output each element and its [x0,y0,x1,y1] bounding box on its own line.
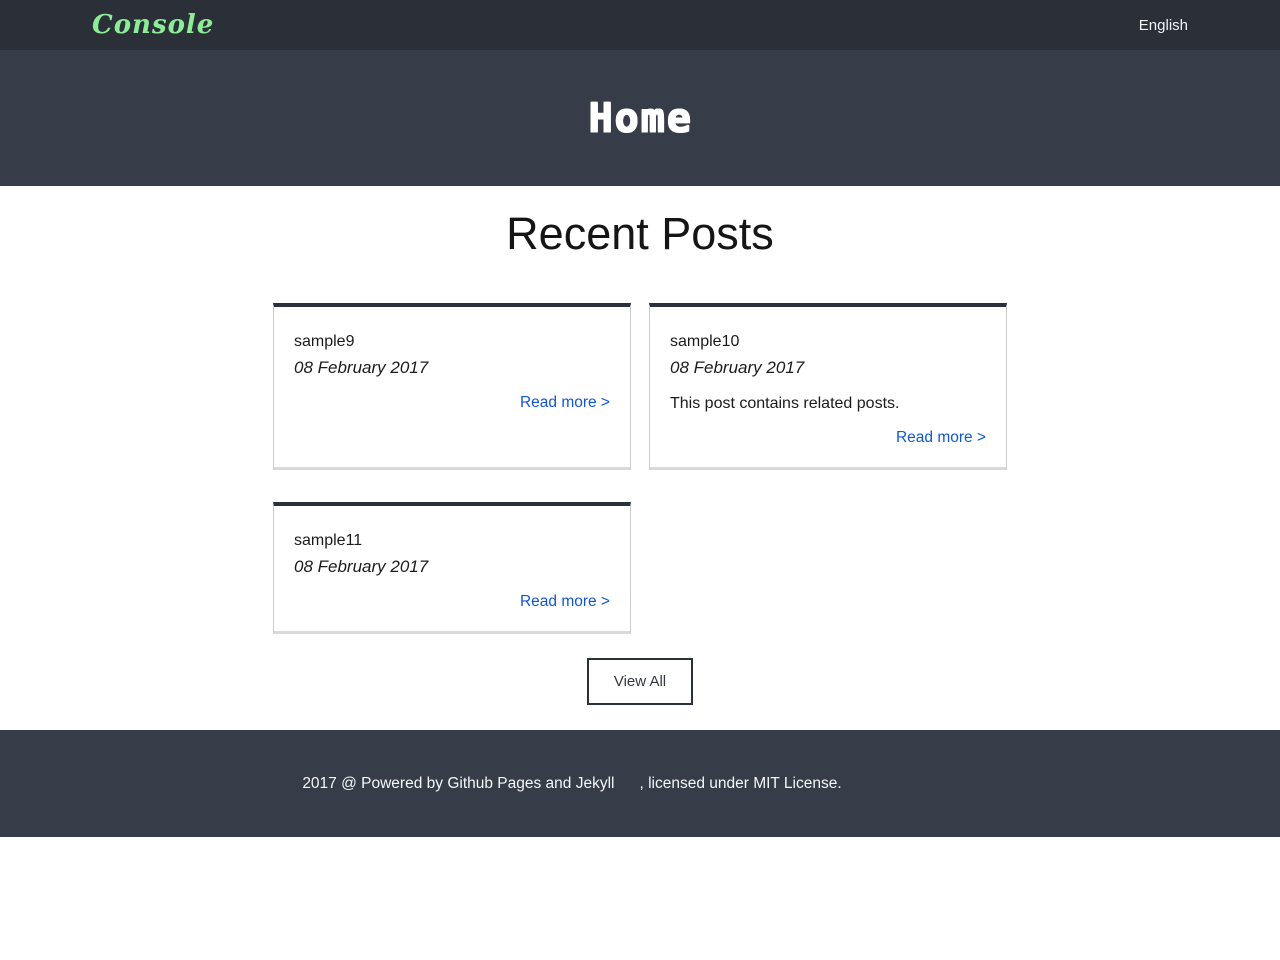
read-more-row: Read more > [294,394,610,412]
footer-text-period: . [837,775,841,792]
mit-license-link[interactable]: MIT License [753,775,837,792]
language-selector[interactable]: English [1139,17,1188,34]
post-date: 08 February 2017 [294,557,610,577]
hero-banner: Home [0,50,1280,186]
hero-page-title: Home [588,95,692,141]
post-card-sample10: sample10 08 February 2017 This post cont… [649,303,1007,470]
post-title: sample11 [294,532,610,550]
read-more-link[interactable]: Read more > [896,429,986,446]
read-more-row: Read more > [670,429,986,447]
site-logo[interactable]: Console [92,10,214,40]
posts-grid: sample9 08 February 2017 Read more > sam… [273,303,1007,634]
read-more-link[interactable]: Read more > [520,593,610,610]
post-date: 08 February 2017 [294,358,610,378]
github-jekyll-link[interactable]: Github Pages and Jekyll [447,775,614,792]
page: Console English Home Recent Posts sample… [0,0,1280,837]
post-card-sample9: sample9 08 February 2017 Read more > [273,303,631,470]
recent-posts-heading: Recent Posts [0,210,1280,257]
footer-text-licensed: , licensed under [639,775,753,792]
post-excerpt: This post contains related posts. [670,395,986,413]
post-title: sample10 [670,333,986,351]
post-date: 08 February 2017 [670,358,986,378]
footer-text-prefix: 2017 @ Powered by [302,775,447,792]
view-all-button[interactable]: View All [587,658,693,705]
top-navbar: Console English [0,0,1280,50]
footer-credits: 2017 @ Powered by Github Pages and Jekyl… [302,775,841,793]
read-more-link[interactable]: Read more > [520,394,610,411]
footer: 2017 @ Powered by Github Pages and Jekyl… [0,730,1280,837]
post-title: sample9 [294,333,610,351]
post-card-sample11: sample11 08 February 2017 Read more > [273,502,631,634]
navbar-container: Console English [0,0,1280,50]
view-all-container: View All [0,658,1280,705]
main-content: Recent Posts sample9 08 February 2017 Re… [0,210,1280,705]
read-more-row: Read more > [294,593,610,611]
